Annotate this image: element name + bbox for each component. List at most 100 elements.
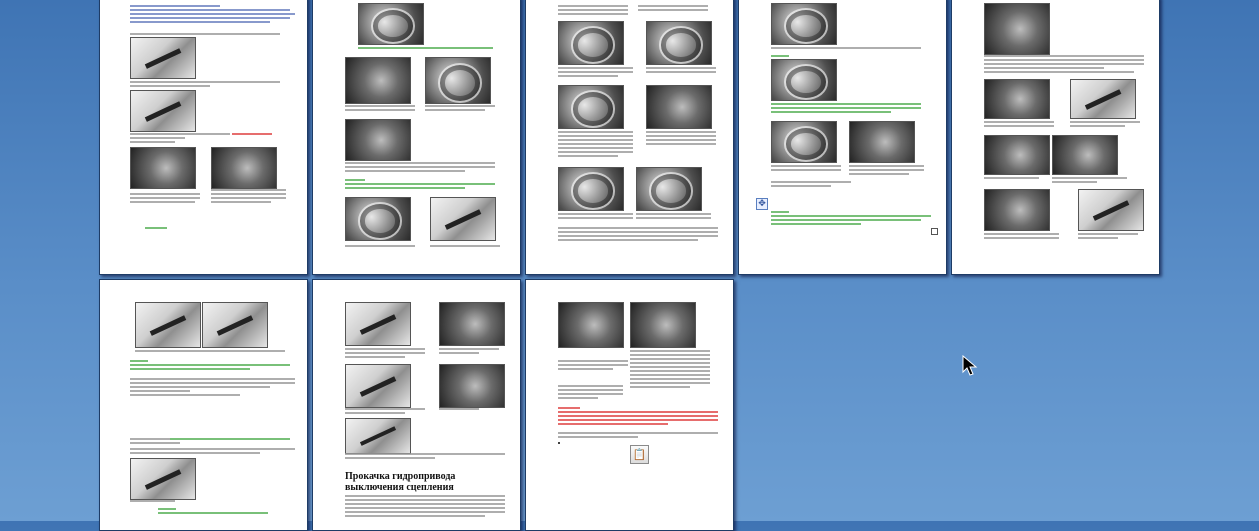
text-line (130, 133, 230, 135)
tool-photo (345, 418, 411, 454)
text-line (425, 105, 495, 107)
text-line (630, 354, 710, 356)
clutch-photo (630, 302, 696, 348)
text-line (130, 378, 295, 380)
text-line (558, 397, 598, 399)
text-line (558, 235, 718, 237)
text-line (1070, 125, 1125, 127)
text-line (345, 183, 495, 185)
text-line (158, 512, 268, 514)
text-line (771, 107, 921, 109)
text-line (170, 438, 290, 440)
text-line (630, 386, 690, 388)
text-line (984, 59, 1144, 61)
text-line (130, 5, 220, 7)
text-line (558, 360, 628, 362)
clutch-photo (345, 57, 411, 104)
text-line (130, 382, 295, 384)
text-line (135, 350, 285, 352)
clutch-photo (558, 85, 624, 129)
text-line (558, 213, 633, 215)
tool-photo (130, 37, 196, 79)
text-line (771, 169, 841, 171)
text-line (849, 173, 909, 175)
text-line (558, 9, 628, 11)
text-line (558, 407, 580, 409)
text-line (345, 408, 425, 410)
document-page-8[interactable]: 📋 (525, 279, 734, 531)
text-line (130, 85, 210, 87)
text-line (439, 408, 479, 410)
text-line (638, 5, 708, 7)
text-line (638, 9, 708, 11)
document-page-7[interactable]: Прокачка гидропривода выключения сцеплен… (312, 279, 521, 531)
text-line (646, 143, 716, 145)
document-page-5[interactable] (951, 0, 1160, 275)
text-line (130, 500, 175, 502)
text-line (439, 352, 479, 354)
clutch-photo (984, 135, 1050, 175)
clutch-photo (211, 147, 277, 189)
text-line (558, 411, 718, 413)
document-page-1[interactable] (99, 0, 308, 275)
clutch-photo (771, 59, 837, 101)
text-line (130, 452, 260, 454)
text-line (771, 211, 789, 213)
text-line (345, 352, 425, 354)
text-line (345, 457, 435, 459)
clutch-photo (984, 79, 1050, 119)
text-line (558, 368, 613, 370)
move-arrows-icon[interactable]: ✥ (756, 198, 768, 210)
document-page-4[interactable]: ✥ (738, 0, 947, 275)
text-line (430, 245, 500, 247)
text-line (849, 169, 924, 171)
text-line (158, 508, 176, 510)
text-line (558, 13, 628, 15)
text-line (130, 360, 148, 362)
text-line (558, 139, 633, 141)
tool-photo (130, 458, 196, 500)
text-line (771, 181, 851, 183)
clutch-photo (558, 167, 624, 211)
document-page-6[interactable] (99, 279, 308, 531)
document-page-2[interactable] (312, 0, 521, 275)
text-line (558, 419, 718, 421)
tool-photo (345, 364, 411, 408)
text-line (211, 197, 286, 199)
paste-options-icon[interactable]: 📋 (630, 445, 649, 464)
clutch-photo (636, 167, 702, 211)
text-line (345, 245, 415, 247)
text-line (646, 139, 716, 141)
clutch-photo (130, 147, 196, 189)
text-line (345, 495, 505, 497)
clutch-photo (439, 302, 505, 346)
text-line (558, 385, 623, 387)
tool-photo (345, 302, 411, 346)
text-line (558, 143, 633, 145)
text-line (345, 105, 415, 107)
text-line (558, 393, 623, 395)
clutch-photo (1052, 135, 1118, 175)
text-line (130, 81, 280, 83)
text-line (232, 133, 272, 135)
section-heading: Прокачка гидропривода выключения сцеплен… (345, 471, 456, 493)
text-line (558, 71, 633, 73)
text-line (130, 21, 270, 23)
tool-photo (135, 302, 201, 348)
clutch-photo (558, 302, 624, 348)
text-line (771, 111, 891, 113)
text-line (646, 135, 716, 137)
text-line (211, 193, 286, 195)
text-line (130, 364, 290, 366)
text-line (630, 362, 710, 364)
text-line (558, 75, 618, 77)
text-line (345, 179, 365, 181)
document-page-3[interactable] (525, 0, 734, 275)
resize-handle[interactable] (931, 228, 938, 235)
mouse-pointer-icon (962, 355, 978, 376)
text-line (630, 350, 710, 352)
text-line (130, 390, 190, 392)
text-line (345, 503, 505, 505)
clutch-photo (646, 85, 712, 129)
text-line (646, 67, 716, 69)
